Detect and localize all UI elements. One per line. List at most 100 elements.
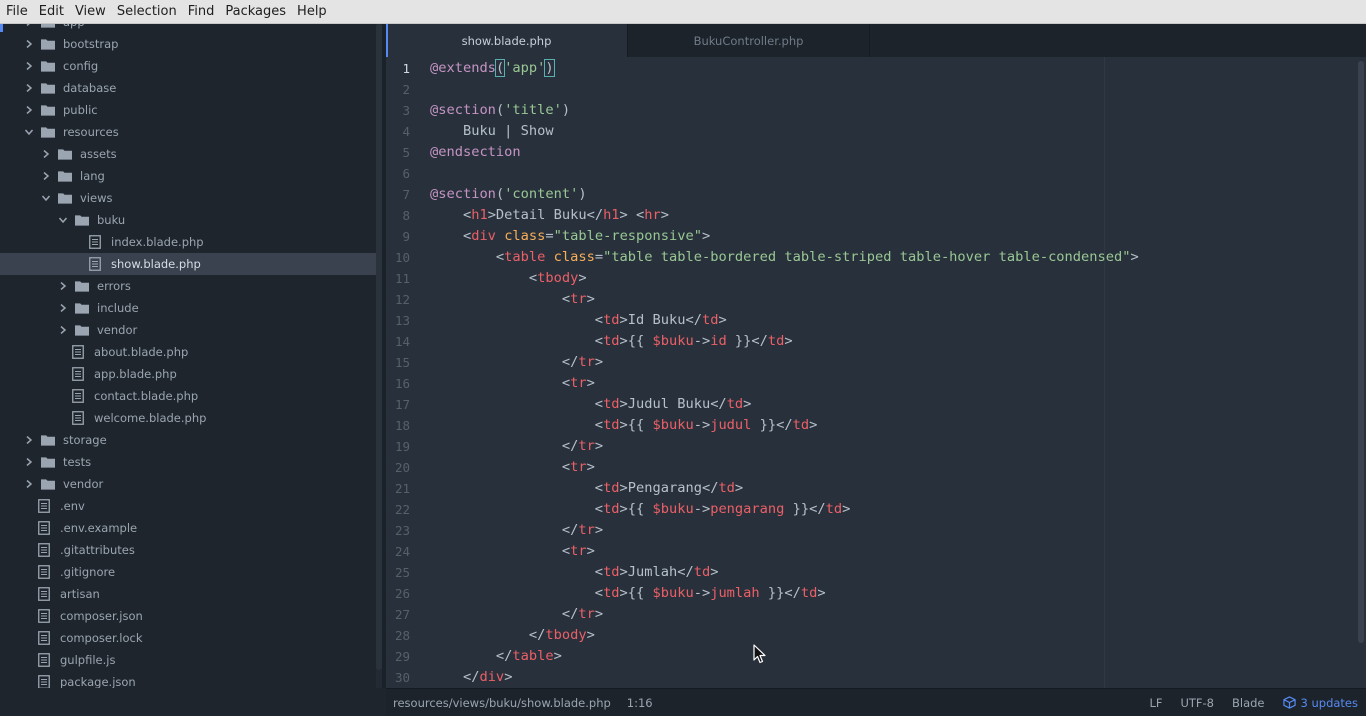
chevron-down-icon[interactable] (23, 126, 35, 138)
menu-help[interactable]: Help (293, 4, 331, 19)
code-line[interactable]: <td>Judul Buku</td> (430, 394, 752, 415)
line-number[interactable]: 9 (386, 226, 410, 247)
editor-scrollbar[interactable] (1358, 61, 1364, 643)
line-number[interactable]: 23 (386, 520, 410, 541)
code-line[interactable]: <tr> (430, 289, 595, 310)
chevron-right-icon[interactable] (40, 170, 52, 182)
line-number[interactable]: 26 (386, 583, 410, 604)
code-line[interactable]: <td>Id Buku</td> (430, 310, 727, 331)
tree-folder[interactable]: errors (0, 275, 376, 297)
code-line[interactable]: <tr> (430, 457, 595, 478)
chevron-right-icon[interactable] (57, 302, 69, 314)
line-number[interactable]: 28 (386, 625, 410, 646)
tree-file[interactable]: app.blade.php (0, 363, 376, 385)
chevron-right-icon[interactable] (23, 24, 35, 28)
chevron-right-icon[interactable] (23, 60, 35, 72)
chevron-down-icon[interactable] (40, 192, 52, 204)
tree-file[interactable]: contact.blade.php (0, 385, 376, 407)
tab-buku-controller[interactable]: BukuController.php (628, 24, 870, 57)
line-number[interactable]: 21 (386, 478, 410, 499)
tree-folder[interactable]: vendor (0, 319, 376, 341)
code-line[interactable]: <table class="table table-bordered table… (430, 247, 1139, 268)
line-number[interactable]: 17 (386, 394, 410, 415)
code-line[interactable]: <tr> (430, 541, 595, 562)
code-line[interactable]: Buku | Show (430, 121, 554, 142)
code-line[interactable]: <tr> (430, 373, 595, 394)
tab-show-blade[interactable]: show.blade.php (386, 24, 628, 57)
line-number[interactable]: 13 (386, 310, 410, 331)
line-number[interactable]: 5 (386, 142, 410, 163)
code-line[interactable]: <tbody> (430, 268, 587, 289)
code-editor[interactable]: 1 2 3 4 5 6 7 8 9 10 11 12 13 14 15 16 17 18 19 20 21 22 23 24 2… (386, 57, 1366, 688)
tree-folder[interactable]: app (0, 24, 376, 33)
code-line[interactable]: @section('title') (430, 100, 570, 121)
chevron-right-icon[interactable] (40, 148, 52, 160)
status-updates[interactable]: 3 updates (1282, 696, 1358, 710)
line-number[interactable]: 22 (386, 499, 410, 520)
chevron-right-icon[interactable] (23, 434, 35, 446)
tree-file[interactable]: about.blade.php (0, 341, 376, 363)
line-number[interactable]: 7 (386, 184, 410, 205)
status-grammar[interactable]: Blade (1232, 696, 1265, 710)
line-number[interactable]: 30 (386, 667, 410, 688)
tree-folder[interactable]: config (0, 55, 376, 77)
tree-folder[interactable]: database (0, 77, 376, 99)
tree-file[interactable]: .gitignore (0, 561, 376, 583)
status-cursor-position[interactable]: 1:16 (627, 696, 653, 710)
code-line[interactable]: </div> (430, 667, 512, 688)
code-line[interactable]: @section('content') (430, 184, 587, 205)
line-number[interactable]: 4 (386, 121, 410, 142)
tree-folder[interactable]: vendor (0, 473, 376, 495)
code-line[interactable]: <td>Pengarang</td> (430, 478, 743, 499)
menu-file[interactable]: File (2, 4, 32, 19)
tree-file[interactable]: welcome.blade.php (0, 407, 376, 429)
tree-file[interactable]: gulpfile.js (0, 649, 376, 671)
chevron-down-icon[interactable] (57, 214, 69, 226)
tree-file[interactable]: composer.json (0, 605, 376, 627)
status-encoding[interactable]: UTF-8 (1180, 696, 1214, 710)
line-number[interactable]: 6 (386, 163, 410, 184)
code-line[interactable]: </table> (430, 646, 562, 667)
code-line[interactable]: </tbody> (430, 625, 595, 646)
chevron-right-icon[interactable] (23, 82, 35, 94)
line-number[interactable]: 10 (386, 247, 410, 268)
code-line[interactable]: </tr> (430, 604, 603, 625)
line-number[interactable]: 11 (386, 268, 410, 289)
code-line[interactable]: <td>{{ $buku->pengarang }}</td> (430, 499, 851, 520)
line-number-gutter[interactable]: 1 2 3 4 5 6 7 8 9 10 11 12 13 14 15 16 17 18 19 20 21 22 23 24 2… (386, 57, 420, 688)
line-number[interactable]: 16 (386, 373, 410, 394)
tree-folder[interactable]: views (0, 187, 376, 209)
line-number[interactable]: 27 (386, 604, 410, 625)
tree-folder[interactable]: storage (0, 429, 376, 451)
line-number[interactable]: 3 (386, 100, 410, 121)
line-number[interactable]: 12 (386, 289, 410, 310)
line-number[interactable]: 24 (386, 541, 410, 562)
chevron-right-icon[interactable] (23, 456, 35, 468)
tree-file[interactable]: .gitattributes (0, 539, 376, 561)
menu-packages[interactable]: Packages (221, 4, 290, 19)
tree-file[interactable]: show.blade.php (0, 253, 376, 275)
code-line[interactable]: </tr> (430, 520, 603, 541)
chevron-right-icon[interactable] (23, 104, 35, 116)
code-line[interactable]: <td>{{ $buku->jumlah }}</td> (430, 583, 826, 604)
chevron-right-icon[interactable] (23, 478, 35, 490)
tree-file[interactable]: composer.lock (0, 627, 376, 649)
tree-folder[interactable]: resources (0, 121, 376, 143)
tree-folder[interactable]: lang (0, 165, 376, 187)
line-number[interactable]: 2 (386, 79, 410, 100)
tree-file[interactable]: index.blade.php (0, 231, 376, 253)
line-number[interactable]: 18 (386, 415, 410, 436)
code-line[interactable]: <td>Jumlah</td> (430, 562, 719, 583)
tree-folder[interactable]: tests (0, 451, 376, 473)
code-line[interactable]: </tr> (430, 436, 603, 457)
line-number[interactable]: 8 (386, 205, 410, 226)
tree-folder[interactable]: buku (0, 209, 376, 231)
line-number[interactable]: 25 (386, 562, 410, 583)
menu-edit[interactable]: Edit (35, 4, 68, 19)
tree-folder[interactable]: include (0, 297, 376, 319)
status-file-path[interactable]: resources/views/buku/show.blade.php (393, 696, 611, 710)
code-line[interactable]: <td>{{ $buku->id }}</td> (430, 331, 793, 352)
tree-file[interactable]: artisan (0, 583, 376, 605)
menu-view[interactable]: View (71, 4, 110, 19)
code-line[interactable]: @endsection (430, 142, 521, 163)
